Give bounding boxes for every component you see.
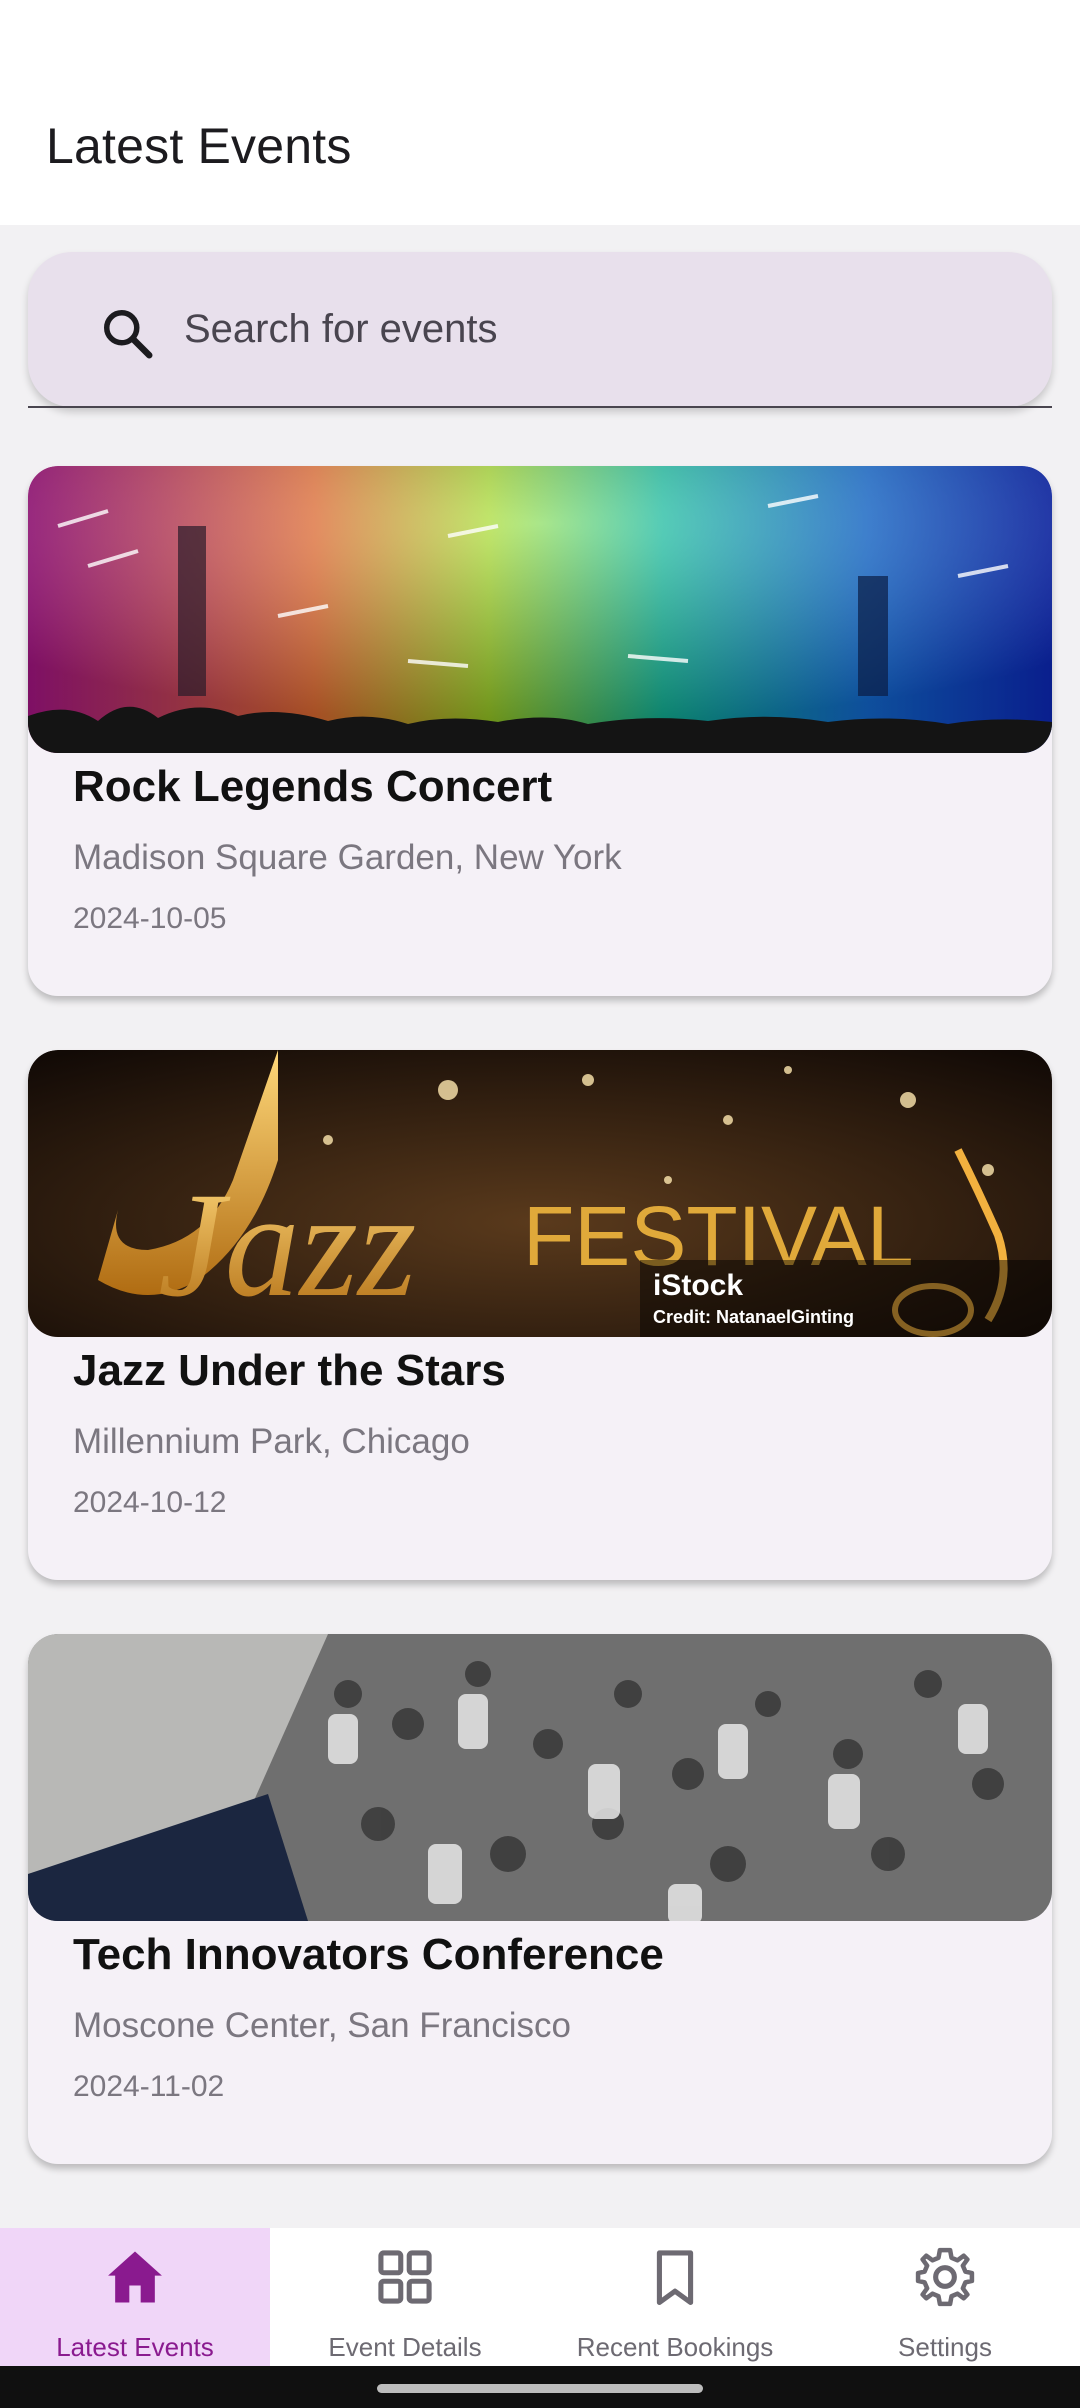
event-image-concert <box>28 466 1052 753</box>
search-underline <box>28 406 1052 408</box>
event-card[interactable]: Rock Legends Concert Madison Square Gard… <box>28 466 1052 996</box>
status-bar <box>0 0 1080 95</box>
event-image-conference <box>28 1634 1052 1921</box>
nav-label: Latest Events <box>56 2332 214 2362</box>
nav-label: Settings <box>898 2332 992 2362</box>
event-image-jazz: Jazz FESTIVAL iStock Credit: NatanaelGin… <box>28 1050 1052 1337</box>
jazz-word-text: Jazz <box>158 1162 416 1328</box>
event-date: 2024-10-12 <box>73 1486 227 1519</box>
event-date: 2024-11-02 <box>73 2070 225 2103</box>
istock-watermark: iStock <box>653 1269 743 1302</box>
nav-label: Recent Bookings <box>576 2332 774 2362</box>
event-venue: Moscone Center, San Francisco <box>73 2006 572 2045</box>
search-input[interactable] <box>184 292 1004 367</box>
search-bar[interactable] <box>28 252 1052 407</box>
event-venue: Madison Square Garden, New York <box>73 838 622 877</box>
nav-latest-events[interactable]: Latest Events <box>0 2228 270 2366</box>
home-icon <box>108 2251 162 2303</box>
bookmark-icon <box>656 2250 694 2306</box>
nav-event-details[interactable]: Event Details <box>270 2228 540 2366</box>
event-venue: Millennium Park, Chicago <box>73 1422 470 1461</box>
event-title: Jazz Under the Stars <box>73 1346 506 1395</box>
system-gesture-bar <box>0 2366 1080 2408</box>
bottom-navigation: Latest Events Event Details Recent Booki… <box>0 2228 1080 2366</box>
image-credit: Credit: NatanaelGinting <box>653 1307 854 1327</box>
gear-icon <box>915 2247 975 2307</box>
nav-settings[interactable]: Settings <box>810 2228 1080 2366</box>
event-title: Rock Legends Concert <box>73 762 553 811</box>
event-title: Tech Innovators Conference <box>73 1930 664 1979</box>
top-app-bar: Latest Events <box>0 95 1080 225</box>
event-date: 2024-10-05 <box>73 902 227 935</box>
event-card[interactable]: Jazz FESTIVAL iStock Credit: NatanaelGin… <box>28 1050 1052 1580</box>
grid-icon <box>378 2250 432 2304</box>
page-title: Latest Events <box>46 118 352 174</box>
nav-label: Event Details <box>328 2332 482 2362</box>
event-card[interactable]: Tech Innovators Conference Moscone Cente… <box>28 1634 1052 2164</box>
home-gesture-handle[interactable] <box>377 2384 703 2393</box>
search-icon[interactable] <box>98 304 158 364</box>
nav-recent-bookings[interactable]: Recent Bookings <box>540 2228 810 2366</box>
